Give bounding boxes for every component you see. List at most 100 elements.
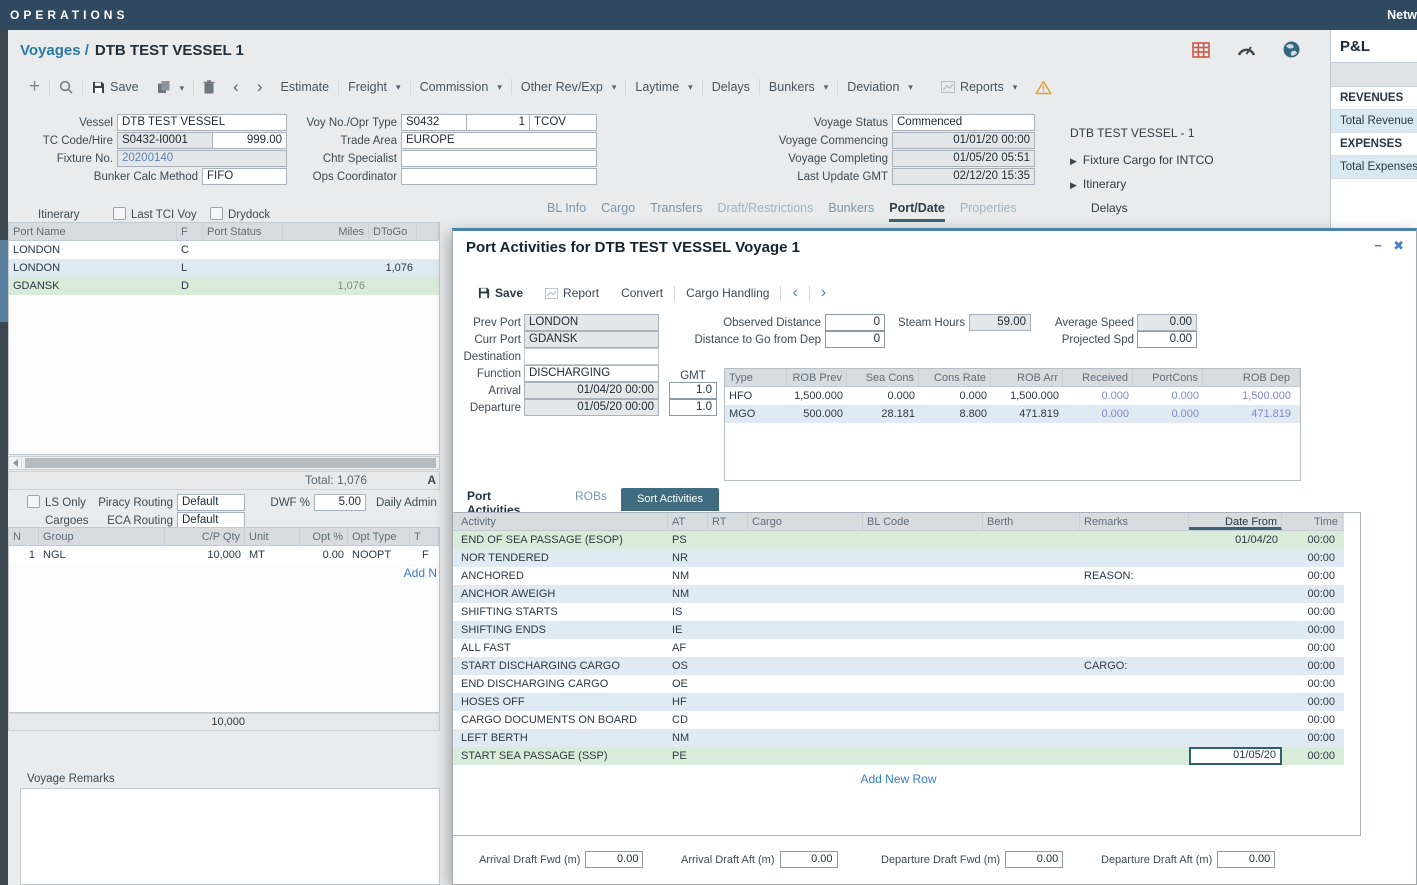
col-date-from[interactable]: Date From — [1189, 513, 1282, 530]
bunker-calc-method-field[interactable]: FIFO — [202, 168, 287, 185]
deviation-menu[interactable]: Deviation — [838, 80, 922, 94]
activity-row[interactable]: HOSES OFFHF 00:00 — [453, 693, 1344, 711]
laytime-menu[interactable]: Laytime — [626, 80, 701, 94]
delays-button[interactable]: Delays — [703, 80, 759, 94]
other-revexp-menu[interactable]: Other Rev/Exp — [512, 80, 626, 94]
col-t[interactable]: T — [410, 528, 439, 545]
col-cp-qty[interactable]: C/P Qty — [165, 528, 245, 545]
scrollbar-thumb[interactable] — [25, 458, 436, 468]
top-right-link[interactable]: Netw — [1387, 8, 1417, 22]
activity-row[interactable]: ANCHOR AWEIGHNM 00:00 — [453, 585, 1344, 603]
bunkers-menu[interactable]: Bunkers — [760, 80, 837, 94]
activity-row[interactable]: START SEA PASSAGE (SSP)PE 01/05/2000:00 — [453, 747, 1344, 765]
col-portcons[interactable]: PortCons — [1133, 369, 1203, 386]
vessel-field[interactable]: DTB TEST VESSEL — [117, 114, 287, 131]
chtr-specialist-field[interactable] — [401, 150, 597, 167]
draft-input[interactable]: 0.00 — [780, 851, 838, 868]
breadcrumb-voyages-link[interactable]: Voyages / — [20, 42, 89, 59]
save-button[interactable]: Save — [83, 80, 148, 94]
globe-icon[interactable] — [1283, 41, 1300, 58]
dialog-next-port-button[interactable]: › — [810, 284, 837, 302]
itinerary-hscrollbar[interactable] — [8, 456, 440, 470]
voyage-tab[interactable]: BL Info — [547, 201, 586, 222]
col-dtogo[interactable]: DToGo — [369, 223, 417, 240]
col-port-name[interactable]: Port Name — [9, 223, 177, 240]
col-berth[interactable]: Berth — [983, 513, 1080, 530]
add-new-row-link[interactable]: Add New Row — [860, 772, 936, 786]
col-rob-dep[interactable]: ROB Dep — [1203, 369, 1300, 386]
col-activity[interactable]: Activity — [453, 513, 668, 530]
tree-root[interactable]: DTB TEST VESSEL - 1 — [1070, 126, 1214, 140]
dialog-save-button[interactable]: Save — [467, 286, 534, 300]
observed-distance-field[interactable]: 0 — [825, 314, 885, 331]
gmt-departure-field[interactable]: 1.0 — [669, 399, 717, 416]
piracy-routing-field[interactable]: Default — [177, 494, 245, 511]
bunker-row[interactable]: HFO1,500.0000.000 0.0001,500.000 0.0000.… — [725, 387, 1300, 405]
activity-row[interactable]: LEFT BERTHNM 00:00 — [453, 729, 1344, 747]
col-rob-arr[interactable]: ROB Arr — [991, 369, 1063, 386]
tree-node[interactable]: ▶Itinerary — [1070, 177, 1214, 191]
tree-expand-icon[interactable]: ▶ — [1070, 180, 1077, 190]
col-at[interactable]: AT — [668, 513, 708, 530]
activity-row[interactable]: SHIFTING ENDSIE 00:00 — [453, 621, 1344, 639]
search-button[interactable] — [50, 80, 82, 94]
activity-row[interactable]: SHIFTING STARTSIS 00:00 — [453, 603, 1344, 621]
col-unit[interactable]: Unit — [245, 528, 300, 545]
estimate-button[interactable]: Estimate — [271, 80, 338, 94]
activity-row[interactable]: END DISCHARGING CARGOOE 00:00 — [453, 675, 1344, 693]
voyage-tab[interactable]: Draft/Restrictions — [718, 201, 814, 222]
ls-only-checkbox[interactable] — [27, 495, 40, 508]
scroll-left-arrow-icon[interactable] — [9, 457, 22, 469]
gmt-arrival-field[interactable]: 1.0 — [669, 382, 717, 399]
prev-voyage-button[interactable]: ‹ — [224, 77, 248, 97]
tree-node[interactable]: ▶Fixture Cargo for INTCO — [1070, 153, 1214, 167]
commission-menu[interactable]: Commission — [411, 80, 511, 94]
dialog-convert-button[interactable]: Convert — [610, 286, 674, 300]
add-cargo-link[interactable]: Add N — [404, 566, 437, 580]
col-rt[interactable]: RT — [708, 513, 748, 530]
activity-row[interactable]: START DISCHARGING CARGOOS CARGO:00:00 — [453, 657, 1344, 675]
copy-button[interactable] — [148, 80, 194, 94]
activity-row[interactable]: CARGO DOCUMENTS ON BOARDCD 00:00 — [453, 711, 1344, 729]
voyage-tab[interactable]: Port/Date — [889, 201, 945, 222]
dialog-minimize-icon[interactable]: − — [1374, 238, 1382, 253]
pnl-row[interactable]: Total Expenses — [1331, 156, 1417, 179]
voyage-tab[interactable]: Properties — [960, 201, 1017, 222]
dialog-prev-port-button[interactable]: ‹ — [781, 284, 808, 302]
dialog-report-button[interactable]: Report — [534, 286, 610, 300]
pnl-row[interactable]: Total Revenue — [1331, 110, 1417, 133]
col-sea-cons[interactable]: Sea Cons — [847, 369, 919, 386]
new-button[interactable]: + — [20, 76, 49, 98]
projected-speed-field[interactable]: 0.00 — [1137, 331, 1197, 348]
draft-input[interactable]: 0.00 — [1217, 851, 1275, 868]
col-group[interactable]: Group — [39, 528, 165, 545]
last-tci-voy-checkbox[interactable] — [113, 207, 126, 220]
validation-warning-icon[interactable] — [1026, 80, 1061, 95]
tc-hire-field[interactable]: 999.00 — [212, 132, 287, 149]
col-time[interactable]: Time — [1282, 513, 1343, 530]
trade-area-field[interactable]: EUROPE — [401, 132, 597, 149]
col-cargo[interactable]: Cargo — [748, 513, 863, 530]
col-remarks[interactable]: Remarks — [1080, 513, 1189, 530]
draft-input[interactable]: 0.00 — [585, 851, 643, 868]
freight-menu[interactable]: Freight — [339, 80, 409, 94]
function-field[interactable]: DISCHARGING — [524, 365, 659, 382]
voyage-remarks-textarea[interactable] — [20, 788, 440, 885]
sort-activities-button[interactable]: Sort Activities — [621, 488, 719, 511]
voyage-tab[interactable]: Bunkers — [828, 201, 874, 222]
itinerary-row[interactable]: GDANSKD 1,076 — [9, 277, 439, 295]
destination-field[interactable] — [524, 348, 659, 365]
delete-button[interactable] — [194, 80, 224, 94]
dialog-close-icon[interactable]: ✖ — [1393, 238, 1404, 254]
col-miles[interactable]: Miles — [283, 223, 369, 240]
col-type[interactable]: Type — [725, 369, 787, 386]
bunker-row[interactable]: MGO500.00028.181 8.800471.819 0.0000.000… — [725, 405, 1300, 423]
voyage-status-field[interactable]: Commenced — [892, 114, 1035, 131]
col-opt-pct[interactable]: Opt % — [300, 528, 348, 545]
tree-expand-icon[interactable]: ▶ — [1070, 156, 1077, 166]
gauge-icon[interactable] — [1237, 42, 1256, 58]
col-f[interactable]: F — [177, 223, 203, 240]
voyage-tab[interactable]: Transfers — [650, 201, 702, 222]
ops-coordinator-field[interactable] — [401, 168, 597, 185]
pnl-row[interactable]: REVENUES — [1331, 87, 1417, 110]
